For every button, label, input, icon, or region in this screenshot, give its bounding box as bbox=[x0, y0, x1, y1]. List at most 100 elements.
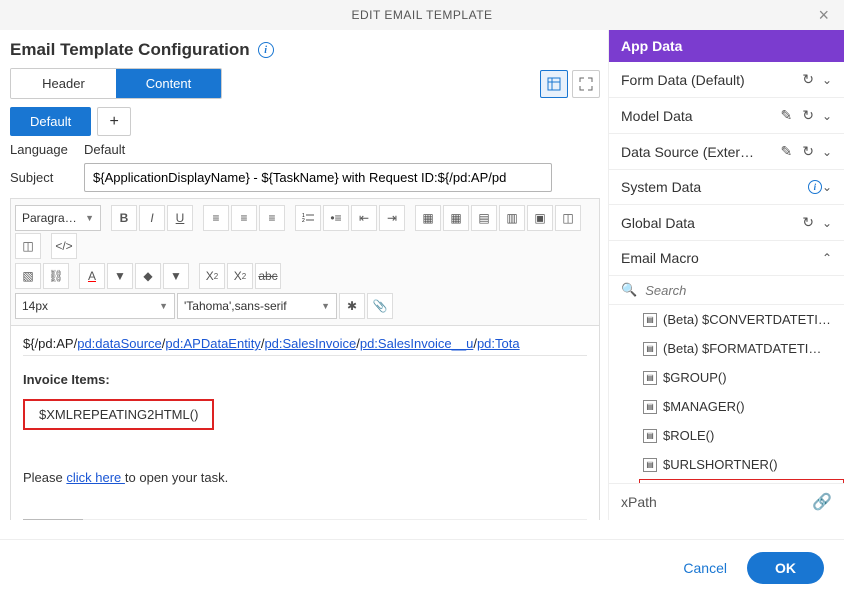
align-left-button[interactable]: ≡ bbox=[203, 205, 229, 231]
macro-icon: ▤ bbox=[643, 342, 657, 356]
fullscreen-icon[interactable] bbox=[572, 70, 600, 98]
chevron-down-icon[interactable]: ⌄ bbox=[822, 109, 832, 123]
language-label: Language bbox=[10, 142, 76, 157]
tab-content[interactable]: Content bbox=[116, 69, 221, 98]
list-unordered-button[interactable]: •≡ bbox=[323, 205, 349, 231]
indent-button[interactable]: ⇥ bbox=[379, 205, 405, 231]
xpath-row: xPath 🔗 bbox=[609, 483, 844, 520]
italic-button[interactable]: I bbox=[139, 205, 165, 231]
paragraph-select[interactable]: Paragra…▼ bbox=[15, 205, 101, 231]
image-button[interactable]: ▧ bbox=[15, 263, 41, 289]
table-insert-button[interactable]: ▦ bbox=[415, 205, 441, 231]
insert-field-button[interactable]: ✱ bbox=[339, 293, 365, 319]
panel-email-macro[interactable]: Email Macro ⌃ bbox=[609, 241, 844, 276]
macro-icon: ▤ bbox=[643, 429, 657, 443]
modal-header: EDIT EMAIL TEMPLATE × bbox=[0, 0, 844, 30]
macro-item[interactable]: ▤(Beta) $CONVERTDATETI… bbox=[639, 305, 844, 334]
refresh-icon[interactable]: ↻ bbox=[802, 143, 814, 160]
subject-input[interactable] bbox=[84, 163, 552, 192]
macro-item[interactable]: ▤$GROUP() bbox=[639, 363, 844, 392]
config-title-text: Email Template Configuration bbox=[10, 40, 250, 60]
bg-color-caret[interactable]: ▼ bbox=[163, 263, 189, 289]
xpath-label: xPath bbox=[621, 494, 657, 510]
link-icon[interactable]: 🔗 bbox=[812, 492, 832, 512]
modal-title: EDIT EMAIL TEMPLATE bbox=[351, 8, 492, 22]
font-color-caret[interactable]: ▼ bbox=[107, 263, 133, 289]
chevron-down-icon[interactable]: ⌄ bbox=[822, 145, 832, 159]
code-button[interactable]: </> bbox=[51, 233, 77, 259]
search-input[interactable] bbox=[645, 283, 832, 298]
subscript-button[interactable]: X2 bbox=[199, 263, 225, 289]
panel-form-data[interactable]: Form Data (Default) ↻ ⌄ bbox=[609, 62, 844, 98]
svg-text:2: 2 bbox=[302, 218, 305, 224]
fontfamily-select[interactable]: 'Tahoma',sans-serif▼ bbox=[177, 293, 337, 319]
default-button[interactable]: Default bbox=[10, 107, 91, 136]
outdent-button[interactable]: ⇤ bbox=[351, 205, 377, 231]
tab-header[interactable]: Header bbox=[11, 69, 116, 98]
bg-color-button[interactable]: ◆ bbox=[135, 263, 161, 289]
macro-icon: ▤ bbox=[643, 400, 657, 414]
refresh-icon[interactable]: ↻ bbox=[802, 107, 814, 124]
info-icon[interactable]: i bbox=[258, 42, 274, 58]
panel-global-data[interactable]: Global Data ↻ ⌄ bbox=[609, 205, 844, 241]
font-color-button[interactable]: A bbox=[79, 263, 105, 289]
subject-label: Subject bbox=[10, 170, 76, 185]
layout-icon[interactable] bbox=[540, 70, 568, 98]
chevron-down-icon[interactable]: ⌄ bbox=[822, 216, 832, 230]
editor-path-expr: ${/pd:AP/pd:dataSource/pd:APDataEntity/p… bbox=[23, 336, 587, 356]
fontsize-select[interactable]: 14px▼ bbox=[15, 293, 175, 319]
align-center-button[interactable]: ≡ bbox=[231, 205, 257, 231]
underline-button[interactable]: U bbox=[167, 205, 193, 231]
table-col-button[interactable]: ▥ bbox=[499, 205, 525, 231]
cancel-button[interactable]: Cancel bbox=[683, 560, 727, 576]
chevron-down-icon[interactable]: ⌄ bbox=[822, 73, 832, 87]
table-row-button[interactable]: ▤ bbox=[471, 205, 497, 231]
macro-item[interactable]: ▤(Beta) $FORMATDATETI… bbox=[639, 334, 844, 363]
macro-item[interactable]: ▤$URLSHORTNER() bbox=[639, 450, 844, 479]
macro-item[interactable]: ▤$MANAGER() bbox=[639, 392, 844, 421]
table-split-button[interactable]: ◫ bbox=[15, 233, 41, 259]
bold-button[interactable]: B bbox=[111, 205, 137, 231]
close-icon[interactable]: × bbox=[812, 0, 836, 30]
refresh-icon[interactable]: ↻ bbox=[802, 71, 814, 88]
add-button[interactable]: + bbox=[97, 107, 131, 136]
refresh-icon[interactable]: ↻ bbox=[802, 214, 814, 231]
page-title: Email Template Configuration i bbox=[10, 40, 600, 60]
edit-icon[interactable]: ✎ bbox=[780, 143, 792, 160]
search-icon: 🔍 bbox=[621, 282, 637, 298]
table-merge-button[interactable]: ◫ bbox=[555, 205, 581, 231]
language-value: Default bbox=[84, 142, 125, 157]
chevron-down-icon[interactable]: ⌄ bbox=[822, 180, 832, 194]
info-icon[interactable]: i bbox=[808, 180, 822, 194]
modal-footer: Cancel OK bbox=[0, 539, 844, 595]
strikethrough-button[interactable]: abc bbox=[255, 263, 281, 289]
align-right-button[interactable]: ≡ bbox=[259, 205, 285, 231]
template-tabs: Header Content bbox=[10, 68, 222, 99]
app-data-header: App Data bbox=[609, 30, 844, 62]
macro-icon: ▤ bbox=[643, 458, 657, 472]
panel-data-source[interactable]: Data Source (Exter… ✎ ↻ ⌄ bbox=[609, 134, 844, 170]
table-grid-button[interactable]: ▦ bbox=[443, 205, 469, 231]
link-button[interactable]: ⛓ bbox=[43, 263, 69, 289]
open-task-line: Please click here to open your task. bbox=[23, 470, 587, 485]
list-ordered-button[interactable]: 12 bbox=[295, 205, 321, 231]
click-here-link[interactable]: click here bbox=[66, 470, 125, 485]
macro-item[interactable]: ▤$ROLE() bbox=[639, 421, 844, 450]
edit-icon[interactable]: ✎ bbox=[780, 107, 792, 124]
attachment-button[interactable]: 📎 bbox=[367, 293, 393, 319]
chevron-up-icon[interactable]: ⌃ bbox=[822, 251, 832, 265]
rich-text-toolbar: Paragra…▼ B I U ≡ ≡ ≡ 12 •≡ ⇤ ⇥ ▦ ▦ ▤ ▥ … bbox=[10, 198, 600, 326]
macro-icon: ▤ bbox=[643, 313, 657, 327]
editor-content[interactable]: ${/pd:AP/pd:dataSource/pd:APDataEntity/p… bbox=[10, 326, 600, 520]
macro-search: 🔍 bbox=[609, 276, 844, 305]
macro-icon: ▤ bbox=[643, 371, 657, 385]
panel-model-data[interactable]: Model Data ✎ ↻ ⌄ bbox=[609, 98, 844, 134]
macro-list: ▤(Beta) $CONVERTDATETI… ▤(Beta) $FORMATD… bbox=[609, 305, 844, 483]
table-del-button[interactable]: ▣ bbox=[527, 205, 553, 231]
ok-button[interactable]: OK bbox=[747, 552, 824, 584]
panel-system-data[interactable]: System Data i ⌄ bbox=[609, 170, 844, 205]
xml-macro-highlight: $XMLREPEATING2HTML() bbox=[23, 399, 214, 430]
invoice-heading: Invoice Items: bbox=[23, 372, 587, 387]
editor-h-scrollbar[interactable] bbox=[23, 519, 587, 520]
superscript-button[interactable]: X2 bbox=[227, 263, 253, 289]
